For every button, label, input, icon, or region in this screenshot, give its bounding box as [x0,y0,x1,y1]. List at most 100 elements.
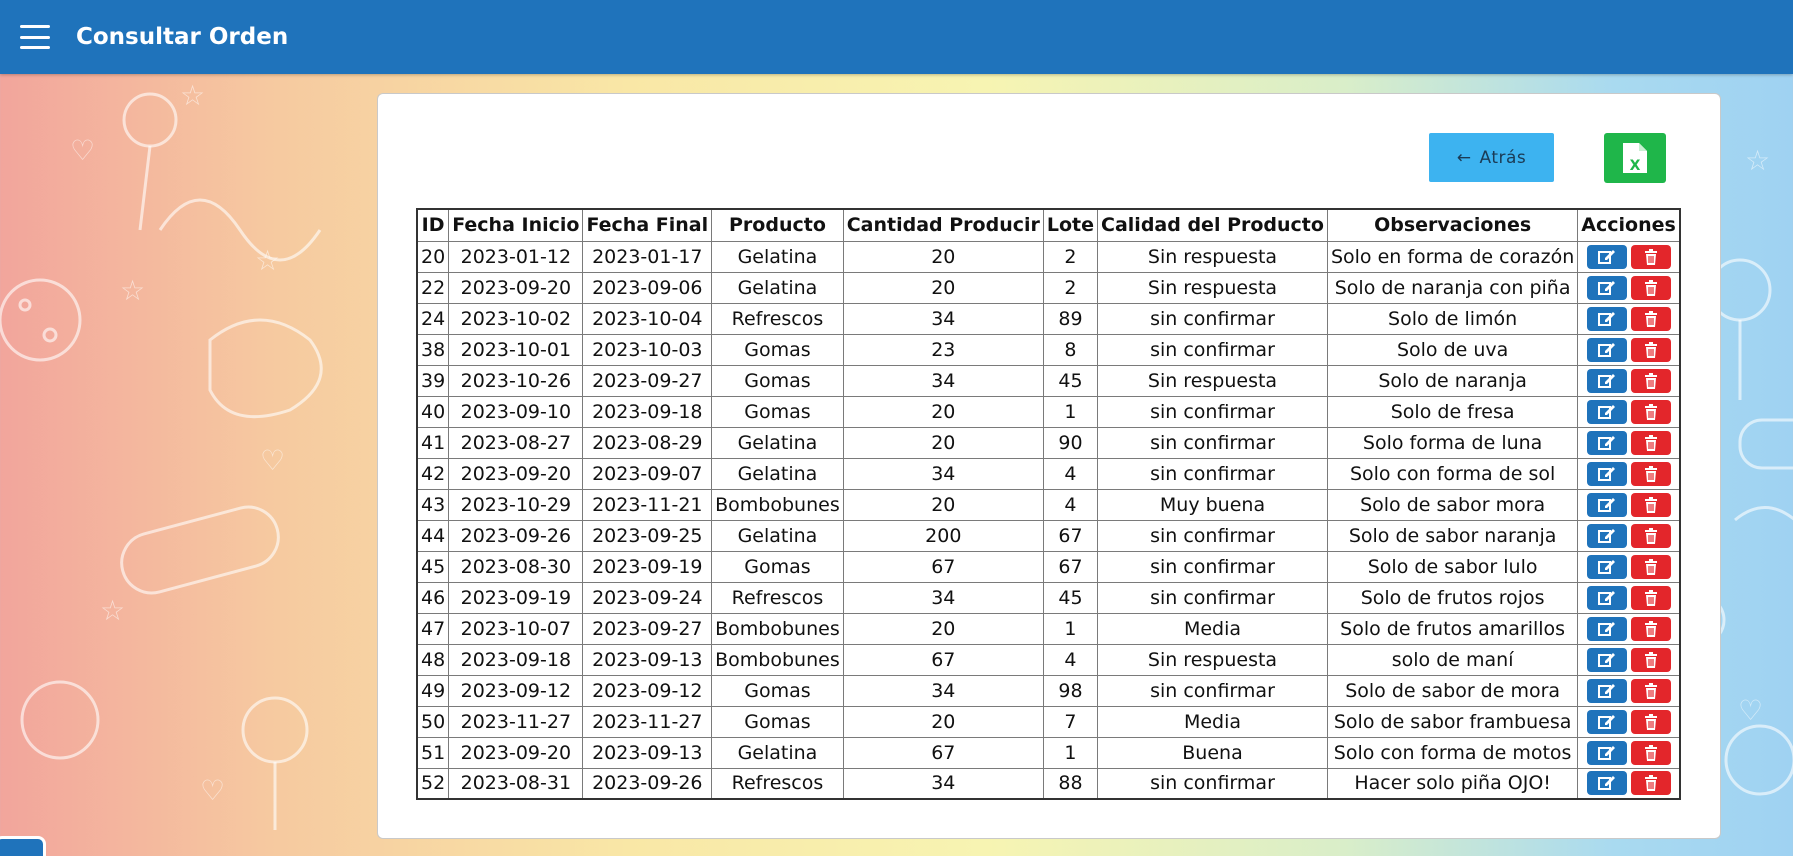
export-excel-button[interactable]: X [1604,133,1666,183]
cell-end-date: 2023-09-13 [582,643,713,676]
edit-button[interactable] [1586,275,1627,300]
delete-button[interactable] [1630,709,1671,734]
cell-id: 50 [416,705,450,738]
cell-start-date: 2023-09-10 [448,395,584,428]
cell-quality: sin confirmar [1097,519,1328,552]
cell-actions [1577,643,1681,676]
hamburger-menu-icon[interactable] [20,25,50,49]
delete-button[interactable] [1630,740,1671,765]
cell-quantity: 34 [842,302,1044,335]
cell-end-date: 2023-08-29 [582,426,713,459]
cell-lot: 2 [1042,240,1099,273]
cell-product: Gomas [711,705,844,738]
cell-start-date: 2023-08-30 [448,550,584,583]
delete-button[interactable] [1630,275,1671,300]
delete-button[interactable] [1630,647,1671,672]
delete-button[interactable] [1630,337,1671,362]
delete-button[interactable] [1630,306,1671,331]
delete-button[interactable] [1630,523,1671,548]
cell-observations: solo de maní [1326,643,1579,676]
edit-button[interactable] [1586,616,1627,641]
column-header: Fecha Final [582,208,713,242]
cell-id: 22 [416,271,450,304]
delete-button[interactable] [1630,430,1671,455]
edit-icon [1597,590,1615,605]
cell-start-date: 2023-09-18 [448,643,584,676]
cell-actions [1577,364,1681,397]
cell-start-date: 2023-08-31 [448,767,584,800]
cell-lot: 90 [1042,426,1099,459]
table-row: 51 2023-09-20 2023-09-13 Gelatina 67 1 Buena So… [416,736,1681,769]
back-button[interactable]: ← Atrás [1429,133,1554,182]
orders-table: ID Fecha Inicio Fecha Final Producto Cantida… [416,208,1681,800]
cell-observations: Solo forma de luna [1326,426,1579,459]
edit-button[interactable] [1586,306,1627,331]
edit-icon [1597,559,1615,574]
edit-button[interactable] [1586,647,1627,672]
cell-end-date: 2023-10-03 [582,333,713,366]
cell-actions [1577,767,1681,800]
excel-file-icon: X [1623,143,1647,174]
cell-end-date: 2023-09-25 [582,519,713,552]
cell-actions [1577,457,1681,490]
edit-button[interactable] [1586,709,1627,734]
delete-button[interactable] [1630,244,1671,269]
edit-button[interactable] [1586,523,1627,548]
cell-start-date: 2023-09-20 [448,271,584,304]
column-header: Calidad del Producto [1097,208,1328,242]
cell-quantity: 23 [842,333,1044,366]
edit-button[interactable] [1586,678,1627,703]
cell-quality: Muy buena [1097,488,1328,521]
delete-button[interactable] [1630,771,1671,796]
page-title: Consultar Orden [76,24,289,50]
cell-observations: Solo en forma de corazón [1326,240,1579,273]
cell-product: Gomas [711,364,844,397]
cell-observations: Solo de fresa [1326,395,1579,428]
cell-actions [1577,271,1681,304]
cell-quality: Sin respuesta [1097,643,1328,676]
delete-button[interactable] [1630,678,1671,703]
delete-button[interactable] [1630,554,1671,579]
cell-observations: Solo de naranja con piña [1326,271,1579,304]
cell-actions [1577,674,1681,707]
edit-button[interactable] [1586,492,1627,517]
trash-icon [1644,372,1657,389]
cell-observations: Solo de sabor naranja [1326,519,1579,552]
trash-icon [1644,465,1657,482]
cell-product: Gelatina [711,240,844,273]
floating-widget-button[interactable] [0,836,46,856]
cell-lot: 88 [1042,767,1099,800]
delete-button[interactable] [1630,616,1671,641]
delete-button[interactable] [1630,461,1671,486]
cell-start-date: 2023-09-20 [448,457,584,490]
cell-actions [1577,395,1681,428]
edit-button[interactable] [1586,585,1627,610]
cell-product: Gomas [711,395,844,428]
cell-end-date: 2023-09-24 [582,581,713,614]
cell-product: Gomas [711,674,844,707]
delete-button[interactable] [1630,399,1671,424]
cell-quantity: 34 [842,457,1044,490]
edit-button[interactable] [1586,368,1627,393]
edit-button[interactable] [1586,430,1627,455]
delete-button[interactable] [1630,585,1671,610]
edit-button[interactable] [1586,461,1627,486]
edit-button[interactable] [1586,740,1627,765]
edit-button[interactable] [1586,554,1627,579]
cell-start-date: 2023-11-27 [448,705,584,738]
cell-quantity: 20 [842,395,1044,428]
trash-icon [1644,775,1657,792]
trash-icon [1644,279,1657,296]
edit-button[interactable] [1586,771,1627,796]
delete-button[interactable] [1630,492,1671,517]
cell-product: Gomas [711,333,844,366]
delete-button[interactable] [1630,368,1671,393]
arrow-left-icon: ← [1456,147,1472,168]
trash-icon [1644,248,1657,265]
edit-button[interactable] [1586,399,1627,424]
cell-id: 45 [416,550,450,583]
column-header: Producto [711,208,844,242]
cell-id: 42 [416,457,450,490]
edit-button[interactable] [1586,337,1627,362]
edit-button[interactable] [1586,244,1627,269]
